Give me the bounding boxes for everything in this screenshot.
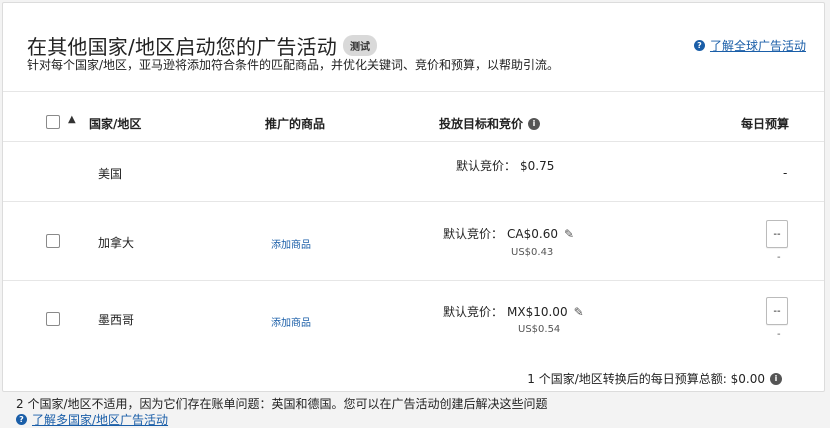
edit-bid-pencil-icon[interactable]: ✎ bbox=[564, 227, 574, 241]
header-divider bbox=[3, 91, 824, 92]
page-subtitle: 针对每个国家/地区，亚马逊将添加符合条件的匹配商品，并优化关键词、竞价和预算，以… bbox=[27, 58, 560, 72]
bid-usd-conversion: US$0.43 bbox=[511, 247, 554, 258]
help-icon: ? bbox=[16, 414, 27, 425]
beta-badge: 测试 bbox=[342, 35, 377, 56]
learn-multi-country-link[interactable]: 了解多国家/地区广告活动 bbox=[32, 411, 168, 428]
row-divider bbox=[3, 201, 824, 202]
column-header-targeting-label: 投放目标和竞价 bbox=[439, 117, 524, 131]
row-checkbox-mexico[interactable] bbox=[46, 312, 60, 326]
bid-value: MX$10.00 bbox=[507, 304, 568, 319]
billing-issue-note: 2 个国家/地区不适用，因为它们存在账单问题：英国和德国。您可以在广告活动创建后… bbox=[16, 397, 548, 411]
bid-label: 默认竞价： bbox=[443, 227, 504, 241]
info-icon[interactable]: i bbox=[770, 372, 782, 385]
learn-global-campaigns[interactable]: ? 了解全球广告活动 bbox=[693, 37, 806, 54]
column-header-products: 推广的商品 bbox=[265, 117, 326, 131]
learn-global-campaigns-link[interactable]: 了解全球广告活动 bbox=[710, 37, 806, 54]
bid-value: CA$0.60 bbox=[507, 226, 558, 241]
default-bid: 默认竞价： MX$10.00 ✎ bbox=[443, 303, 584, 320]
info-icon[interactable]: i bbox=[528, 117, 541, 130]
country-name: 墨西哥 bbox=[98, 313, 135, 327]
help-icon: ? bbox=[693, 40, 705, 51]
bid-value: $0.75 bbox=[520, 158, 555, 173]
total-daily-budget-text: 1 个国家/地区转换后的每日预算总额: $0.00 bbox=[527, 372, 765, 386]
warning-icon: ▲ bbox=[68, 114, 76, 125]
total-daily-budget: 1 个国家/地区转换后的每日预算总额: $0.00 i bbox=[527, 370, 782, 387]
default-bid: 默认竞价： CA$0.60 ✎ bbox=[443, 225, 574, 242]
budget-converted-value: - bbox=[777, 329, 781, 340]
bid-usd-conversion: US$0.54 bbox=[518, 324, 561, 335]
daily-budget-input[interactable]: -- bbox=[766, 220, 788, 248]
table-header-divider bbox=[3, 141, 824, 142]
daily-budget-input[interactable]: -- bbox=[766, 297, 788, 325]
column-header-country: 国家/地区 bbox=[89, 117, 142, 131]
column-header-targeting: 投放目标和竞价 i bbox=[439, 115, 541, 132]
select-all-checkbox[interactable] bbox=[46, 115, 60, 129]
global-campaign-card: 在其他国家/地区启动您的广告活动 测试 针对每个国家/地区，亚马逊将添加符合条件… bbox=[2, 2, 825, 392]
bid-label: 默认竞价： bbox=[456, 159, 517, 173]
column-header-budget: 每日预算 bbox=[741, 117, 790, 131]
bid-label: 默认竞价： bbox=[443, 305, 504, 319]
default-bid: 默认竞价： $0.75 bbox=[456, 157, 554, 174]
add-products-link[interactable]: 添加商品 bbox=[271, 314, 311, 329]
edit-bid-pencil-icon[interactable]: ✎ bbox=[574, 305, 584, 319]
row-checkbox-canada[interactable] bbox=[46, 234, 60, 248]
country-name: 美国 bbox=[98, 167, 123, 181]
budget-converted-value: - bbox=[777, 252, 781, 263]
country-name: 加拿大 bbox=[98, 236, 135, 250]
daily-budget-value: - bbox=[783, 166, 788, 180]
learn-multi-country[interactable]: ? 了解多国家/地区广告活动 bbox=[16, 411, 168, 428]
add-products-link[interactable]: 添加商品 bbox=[271, 236, 311, 251]
row-divider bbox=[3, 280, 824, 281]
